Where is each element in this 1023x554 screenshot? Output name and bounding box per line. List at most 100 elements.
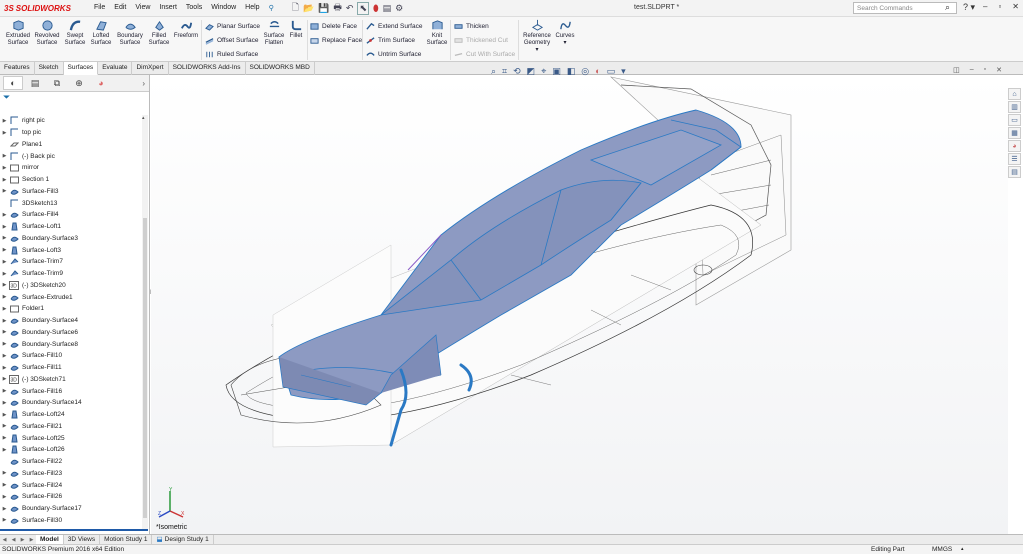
tree-item[interactable]: ▶ Surface-Fill16 [0, 385, 142, 397]
tree-item[interactable]: ▶ top pic [0, 127, 142, 139]
next-tab-icon[interactable]: ▶ [18, 537, 27, 543]
offset-surface-button[interactable]: Offset Surface [205, 36, 258, 45]
ruled-surface-button[interactable]: Ruled Surface [205, 50, 258, 59]
tab-surfaces[interactable]: Surfaces [63, 62, 99, 75]
tree-item[interactable]: Plane1 [0, 139, 142, 151]
expand-arrow-icon[interactable]: ▶ [0, 482, 9, 488]
tree-item[interactable]: ▶ Boundary-Surface14 [0, 397, 142, 409]
scroll-thumb[interactable] [143, 218, 147, 518]
tree-item[interactable]: ▶ mirror [0, 162, 142, 174]
expand-arrow-icon[interactable]: ▶ [0, 376, 9, 382]
tree-item[interactable]: 3DSketch13 [0, 197, 142, 209]
design-library-icon[interactable]: ▥ [1008, 101, 1021, 113]
tab-evaluate[interactable]: Evaluate [98, 62, 133, 75]
tree-item[interactable]: ▶ Surface-Fill21 [0, 421, 142, 433]
tab-motion-study[interactable]: Motion Study 1 [100, 534, 153, 545]
expand-arrow-icon[interactable]: ▶ [0, 118, 9, 124]
tab-mbd[interactable]: SOLIDWORKS MBD [246, 62, 315, 75]
knit-surface-button[interactable]: Knit Surface [427, 19, 447, 47]
expand-arrow-icon[interactable]: ▶ [0, 247, 9, 253]
home-icon[interactable]: ⌂ [1008, 88, 1021, 100]
thickened-cut-button[interactable]: Thickened Cut [454, 36, 508, 45]
tree-item[interactable]: ▶ Boundary-Surface6 [0, 327, 142, 339]
tree-item[interactable]: ▶ Boundary-Surface17 [0, 503, 142, 515]
expand-arrow-icon[interactable]: ▶ [0, 188, 9, 194]
tab-3d-views[interactable]: 3D Views [64, 534, 101, 545]
tab-add-ins[interactable]: SOLIDWORKS Add-Ins [169, 62, 246, 75]
menu-tools[interactable]: Tools [186, 4, 202, 12]
tree-item[interactable]: ▶ Surface-Fill26 [0, 491, 142, 503]
appearances-icon[interactable]: ◕ [1008, 140, 1021, 152]
expand-arrow-icon[interactable]: ▶ [0, 494, 9, 500]
scroll-up-icon[interactable]: ▴ [142, 115, 145, 121]
expand-arrow-icon[interactable]: ▶ [0, 177, 9, 183]
menu-help[interactable]: Help [245, 4, 259, 12]
solidworks-logo[interactable]: 3S SOLIDWORKS [0, 0, 86, 17]
display-manager-tab-icon[interactable]: ◕ [91, 76, 111, 90]
viewport-close-icon[interactable]: ✕ [996, 66, 1002, 74]
tree-item[interactable]: ▶ Surface-Fill10 [0, 350, 142, 362]
tree-item[interactable]: ▶ Boundary-Surface4 [0, 315, 142, 327]
expand-arrow-icon[interactable]: ▶ [0, 470, 9, 476]
expand-arrow-icon[interactable]: ▶ [0, 165, 9, 171]
graphics-area[interactable]: ⌕ ⌗ ⟲ ◩ ⌖ ▣ ◧ ◎ ◐ ▭ ▾ ◫ – ▫ ✕ Y X Z *Iso… [151, 66, 1008, 534]
save-icon[interactable]: 💾 [318, 3, 329, 14]
delete-face-button[interactable]: Delete Face [310, 22, 357, 31]
expand-panel-icon[interactable]: › [142, 79, 145, 88]
menu-insert[interactable]: Insert [159, 4, 177, 12]
tree-item[interactable]: ▶ Surface-Loft26 [0, 444, 142, 456]
tree-item[interactable]: ▶ 3D (-) 3DSketch71 [0, 374, 142, 386]
tree-item[interactable]: ▶ Surface-Loft25 [0, 432, 142, 444]
swept-surface-button[interactable]: Swept Surface [63, 19, 87, 47]
tree-item[interactable]: ▶ Surface-Fill30 [0, 515, 142, 527]
fillet-button[interactable]: Fillet [287, 19, 305, 40]
tree-item[interactable]: ▶ Boundary-Surface3 [0, 233, 142, 245]
expand-arrow-icon[interactable]: ▶ [0, 130, 9, 136]
tree-item[interactable]: ▶ Section 1 [0, 174, 142, 186]
print-icon[interactable]: 🖶 [333, 0, 342, 16]
expand-arrow-icon[interactable]: ▶ [0, 423, 9, 429]
expand-arrow-icon[interactable]: ▶ [0, 388, 9, 394]
file-properties-icon[interactable]: ▤ [383, 3, 392, 14]
tree-item[interactable]: ▶ 3D (-) 3DSketch20 [0, 280, 142, 292]
planar-surface-button[interactable]: Planar Surface [205, 22, 260, 31]
search-input[interactable]: Search Commands [857, 5, 913, 12]
tree-item[interactable]: ▶ Surface-Extrude1 [0, 291, 142, 303]
expand-arrow-icon[interactable]: ▶ [0, 341, 9, 347]
expand-arrow-icon[interactable]: ▶ [0, 365, 9, 371]
file-explorer-icon[interactable]: ▭ [1008, 114, 1021, 126]
property-manager-tab-icon[interactable]: ▤ [25, 76, 45, 90]
extruded-surface-button[interactable]: Extruded Surface [5, 19, 31, 47]
expand-arrow-icon[interactable]: ▶ [0, 271, 9, 277]
extend-surface-button[interactable]: Extend Surface [366, 22, 422, 31]
cut-with-surface-button[interactable]: Cut With Surface [454, 50, 515, 59]
help-icon[interactable]: ? ▾ [963, 2, 975, 13]
tree-item[interactable]: ▶ Surface-Loft24 [0, 409, 142, 421]
tree-item[interactable]: ▶ Surface-Fill23 [0, 468, 142, 480]
untrim-surface-button[interactable]: Untrim Surface [366, 50, 421, 59]
tree-item[interactable]: ▶ Boundary-Surface8 [0, 338, 142, 350]
tab-model[interactable]: Model [36, 534, 64, 545]
rebuild-icon[interactable]: ⬮ [373, 3, 379, 14]
expand-arrow-icon[interactable]: ▶ [0, 153, 9, 159]
tab-sketch[interactable]: Sketch [35, 62, 64, 75]
open-icon[interactable]: 📂 [303, 3, 314, 14]
replace-face-button[interactable]: Replace Face [310, 36, 362, 45]
tree-item[interactable]: ▶ Surface-Fill11 [0, 362, 142, 374]
car-surface-model[interactable] [151, 75, 1008, 534]
dimxpert-manager-tab-icon[interactable]: ⊕ [69, 76, 89, 90]
configuration-manager-tab-icon[interactable]: ⧉ [47, 76, 67, 90]
pin-icon[interactable]: ⚲ [269, 4, 274, 12]
expand-arrow-icon[interactable]: ▶ [0, 353, 9, 359]
surface-flatten-button[interactable]: Surface Flatten [263, 19, 285, 47]
menu-file[interactable]: File [94, 4, 105, 12]
new-document-icon[interactable]: 🗋 [292, 0, 299, 16]
tree-item[interactable]: ▶ Surface-Fill4 [0, 209, 142, 221]
tree-item[interactable]: ▶ Surface-Loft3 [0, 244, 142, 256]
freeform-button[interactable]: Freeform [173, 19, 199, 40]
select-icon[interactable]: ⬉ [357, 1, 369, 15]
revolved-surface-button[interactable]: Revolved Surface [33, 19, 61, 47]
tab-features[interactable]: Features [0, 62, 35, 75]
minimize-icon[interactable]: – [983, 2, 987, 11]
menu-edit[interactable]: Edit [114, 4, 126, 12]
